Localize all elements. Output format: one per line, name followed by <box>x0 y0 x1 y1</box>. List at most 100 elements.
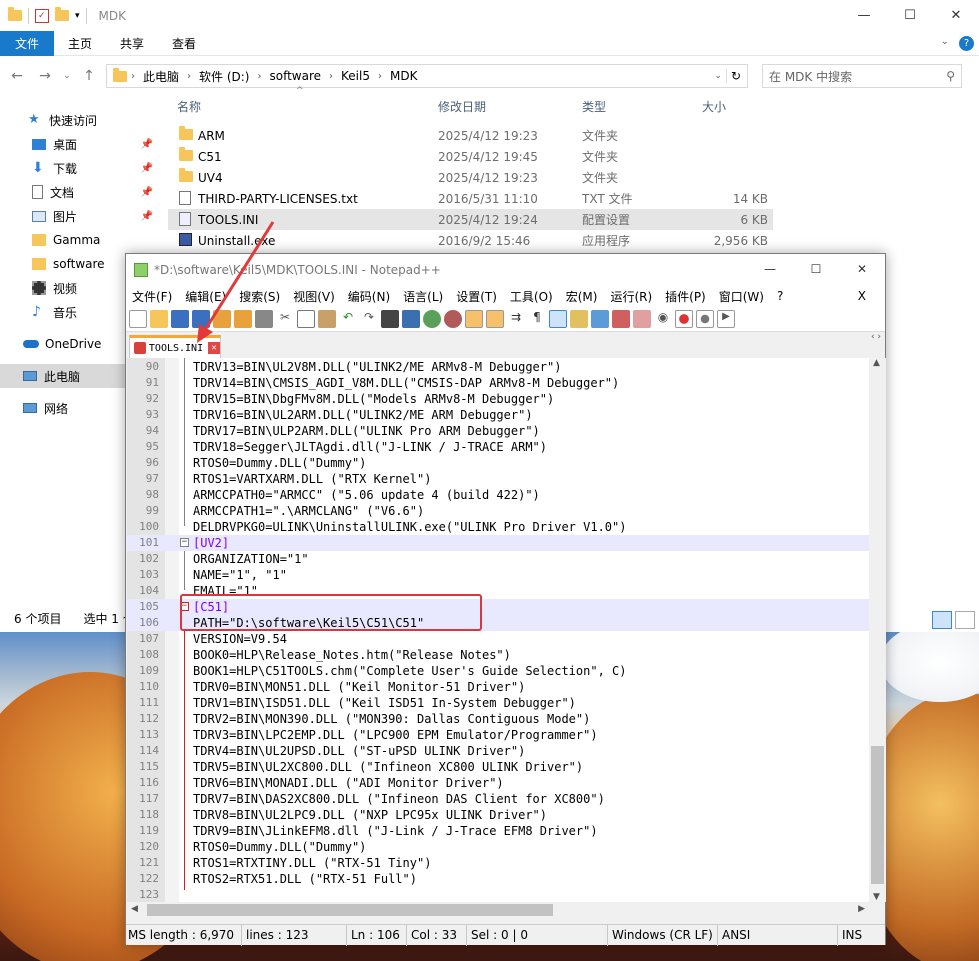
copy-icon[interactable] <box>297 309 315 328</box>
help-icon[interactable]: ? <box>959 36 974 51</box>
tab-view[interactable]: 查看 <box>158 31 210 56</box>
tab-file[interactable]: 文件 <box>0 30 55 56</box>
code-line[interactable]: 118 TDRV8=BIN\UL2LPC9.DLL ("NXP LPC95x UL… <box>127 807 869 823</box>
fold-toggle-icon[interactable]: − <box>180 538 189 547</box>
minimize-icon[interactable]: — <box>841 0 887 30</box>
horizontal-scroll-thumb[interactable] <box>147 904 553 916</box>
code-line[interactable]: 109 BOOK1=HLP\C51TOOLS.chm("Complete User… <box>127 663 869 679</box>
code-line[interactable]: 90 TDRV13=BIN\UL2V8M.DLL("ULINK2/ME ARMv8… <box>127 359 869 375</box>
scroll-down-icon[interactable]: ▼ <box>873 892 880 902</box>
code-line[interactable]: 110 TDRV0=BIN\MON51.DLL ("Keil Monitor-51… <box>127 679 869 695</box>
code-line[interactable]: 102 ORGANIZATION="1" <box>127 551 869 567</box>
redo-icon[interactable]: ↷ <box>360 310 378 328</box>
stop-macro-icon[interactable] <box>696 309 714 328</box>
menu-plugins[interactable]: 插件(P) <box>665 288 706 305</box>
menu-file[interactable]: 文件(F) <box>132 288 172 305</box>
tab-scroll-icon[interactable]: ‹ › <box>871 332 881 342</box>
sync-vertical-icon[interactable] <box>465 309 483 328</box>
up-icon[interactable]: ↑ <box>78 68 100 84</box>
menu-macro[interactable]: 宏(M) <box>566 288 598 305</box>
sidebar-item-pictures[interactable]: 图片 📌 <box>0 204 165 228</box>
npp-minimize-icon[interactable]: — <box>747 254 793 284</box>
code-line[interactable]: 114 TDRV4=BIN\UL2UPSD.DLL ("ST-uPSD ULINK… <box>127 743 869 759</box>
code-line[interactable]: 116 TDRV6=BIN\MONADI.DLL ("ADI Monitor Dr… <box>127 775 869 791</box>
sync-horizontal-icon[interactable] <box>486 309 504 328</box>
code-line[interactable]: 95 TDRV18=Segger\JLTAgdi.dll("J-LINK / J-… <box>127 439 869 455</box>
scroll-right-icon[interactable]: ▶ <box>858 904 865 914</box>
status-encoding[interactable]: ANSI <box>720 924 838 946</box>
status-ins[interactable]: INS <box>840 925 870 946</box>
menu-search[interactable]: 搜索(S) <box>239 288 280 305</box>
zoom-in-icon[interactable] <box>423 309 441 328</box>
tab-close-icon[interactable]: ✕ <box>208 342 220 354</box>
column-name[interactable]: 名称 <box>177 98 201 115</box>
code-line[interactable]: 103 NAME="1", "1" <box>127 567 869 583</box>
sidebar-item-gamma[interactable]: Gamma <box>0 228 165 252</box>
close-file-icon[interactable] <box>213 309 231 328</box>
status-eol[interactable]: Windows (CR LF) <box>610 924 718 946</box>
undo-icon[interactable]: ↶ <box>339 310 357 328</box>
details-view-icon[interactable] <box>932 611 952 629</box>
code-line[interactable]: 93 TDRV16=BIN\UL2ARM.DLL("ULINK2/ME ARM D… <box>127 407 869 423</box>
code-line[interactable]: 97 RTOS1=VARTXARM.DLL ("RTX Kernel") <box>127 471 869 487</box>
find-icon[interactable] <box>381 309 399 328</box>
npp-close-icon[interactable]: ✕ <box>839 254 885 284</box>
file-row-uninstall[interactable]: Uninstall.exe 2016/9/2 15:46 应用程序 2,956 KB <box>168 230 773 251</box>
code-line[interactable]: 111 TDRV1=BIN\ISD51.DLL ("Keil ISD51 In-S… <box>127 695 869 711</box>
menu-tools[interactable]: 工具(O) <box>510 288 553 305</box>
file-row-licenses[interactable]: THIRD-PARTY-LICENSES.txt 2016/5/31 11:10 T… <box>168 188 773 209</box>
show-all-chars-icon[interactable]: ¶ <box>528 310 546 328</box>
vertical-scrollbar[interactable]: ▲ ▼ <box>869 358 886 902</box>
code-line[interactable]: 121 RTOS1=RTXTINY.DLL ("RTX-51 Tiny") <box>127 855 869 871</box>
save-icon[interactable] <box>171 309 189 328</box>
recent-locations-icon[interactable]: ⌄ <box>62 71 72 81</box>
scroll-left-icon[interactable]: ◀ <box>131 904 138 914</box>
print-icon[interactable] <box>255 309 273 328</box>
file-row-arm[interactable]: ARM 2025/4/12 19:23 文件夹 <box>168 125 773 146</box>
search-input[interactable]: 在 MDK 中搜索 ⚲ <box>762 64 962 88</box>
close-document-icon[interactable]: X <box>858 289 866 303</box>
tab-home[interactable]: 主页 <box>54 31 106 56</box>
indent-guide-icon[interactable] <box>549 309 567 328</box>
code-line[interactable]: 115 TDRV5=BIN\UL2XC800.DLL ("Infineon XC8… <box>127 759 869 775</box>
menu-language[interactable]: 语言(L) <box>403 288 443 305</box>
sidebar-item-documents[interactable]: 文档 📌 <box>0 180 165 204</box>
code-line[interactable]: 113 TDRV3=BIN\LPC2EMP.DLL ("LPC900 EPM Em… <box>127 727 869 743</box>
expand-ribbon-icon[interactable]: ⌄ <box>941 36 949 47</box>
menu-help[interactable]: ? <box>777 289 783 303</box>
breadcrumb-this-pc[interactable]: 此电脑 <box>139 68 183 85</box>
column-date[interactable]: 修改日期 <box>438 98 486 115</box>
file-row-uv4[interactable]: UV4 2025/4/12 19:23 文件夹 <box>168 167 773 188</box>
code-line[interactable]: 122 RTOS2=RTX51.DLL ("RTX-51 Full") <box>127 871 869 887</box>
properties-icon[interactable]: ✓ <box>35 8 49 23</box>
breadcrumb-drive[interactable]: 软件 (D:) <box>195 68 253 85</box>
tab-share[interactable]: 共享 <box>106 31 158 56</box>
sidebar-item-desktop[interactable]: 桌面 📌 <box>0 132 165 156</box>
file-row-c51[interactable]: C51 2025/4/12 19:45 文件夹 <box>168 146 773 167</box>
sidebar-item-quick-access[interactable]: ★ 快速访问 <box>0 108 165 132</box>
code-line[interactable]: 92 TDRV15=BIN\DbgFMv8M.DLL("Models ARMv8-… <box>127 391 869 407</box>
code-line[interactable]: 99 ARMCCPATH1=".\ARMCLANG" ("V6.6") <box>127 503 869 519</box>
address-bar[interactable]: › 此电脑 › 软件 (D:) › software › Keil5 › MDK ⌄ ↻ <box>106 64 748 88</box>
menu-settings[interactable]: 设置(T) <box>456 288 497 305</box>
save-all-icon[interactable] <box>192 309 210 328</box>
paste-icon[interactable] <box>318 309 336 328</box>
large-icons-view-icon[interactable] <box>955 611 975 629</box>
close-icon[interactable]: ✕ <box>933 0 979 30</box>
record-macro-icon[interactable] <box>675 309 693 328</box>
monitoring-icon[interactable]: ◉ <box>654 310 672 328</box>
code-line[interactable]: 123 <box>127 887 869 902</box>
open-file-icon[interactable] <box>150 309 168 328</box>
code-line[interactable]: 119 TDRV9=BIN\JLinkEFM8.dll ("J-Link / J-… <box>127 823 869 839</box>
folder-workspace-icon[interactable] <box>633 309 651 328</box>
breadcrumb-mdk[interactable]: MDK <box>386 69 421 83</box>
forward-icon[interactable]: → <box>34 68 56 84</box>
menu-encoding[interactable]: 编码(N) <box>348 288 390 305</box>
code-line[interactable]: 120 RTOS0=Dummy.DLL("Dummy") <box>127 839 869 855</box>
column-type[interactable]: 类型 <box>582 98 606 115</box>
play-macro-icon[interactable]: ▶ <box>717 309 735 328</box>
menu-run[interactable]: 运行(R) <box>610 288 652 305</box>
customize-toolbar-icon[interactable]: ▾ <box>75 11 80 21</box>
sidebar-item-downloads[interactable]: ⬇ 下载 📌 <box>0 156 165 180</box>
code-line[interactable]: 94 TDRV17=BIN\ULP2ARM.DLL("ULINK Pro ARM … <box>127 423 869 439</box>
